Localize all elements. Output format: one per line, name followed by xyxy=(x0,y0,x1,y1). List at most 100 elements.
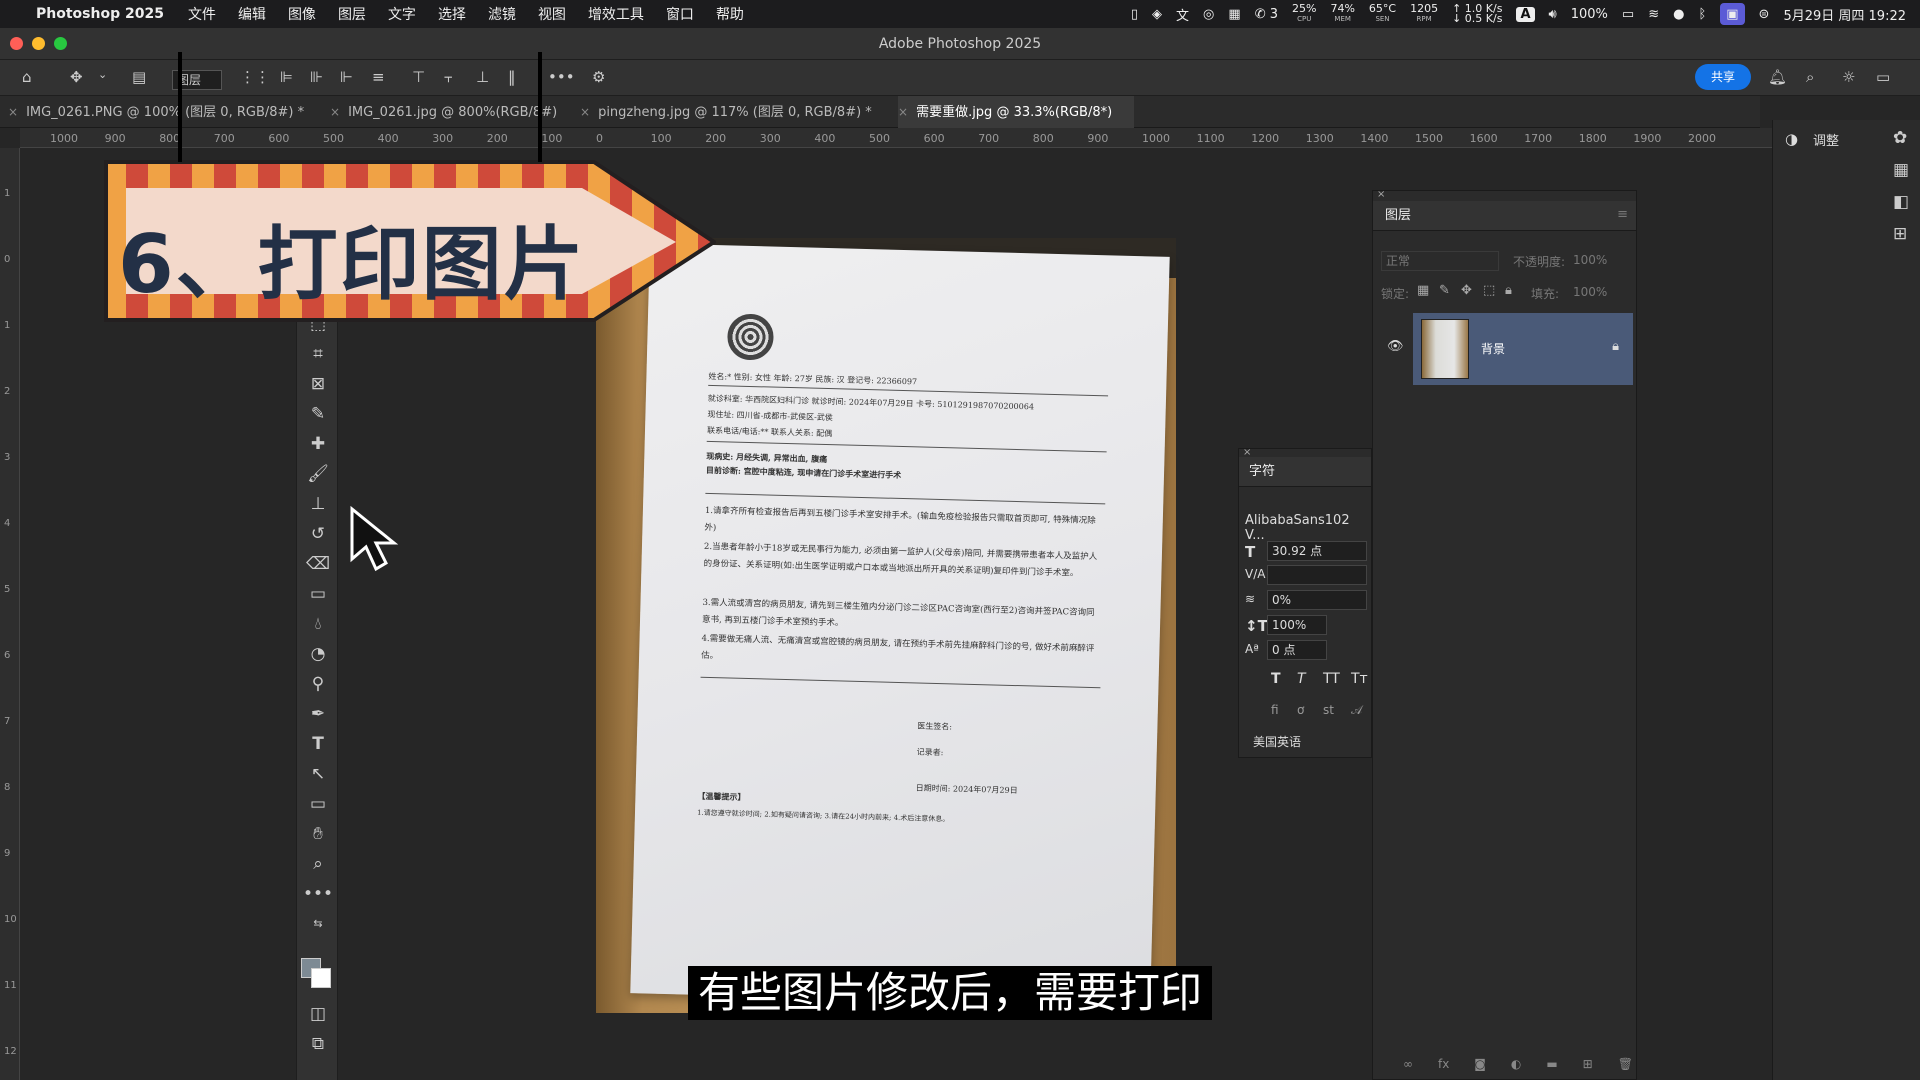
menu-edit[interactable]: 编辑 xyxy=(238,4,266,24)
more-options-icon[interactable]: ••• xyxy=(548,68,575,86)
lock-artboard-icon[interactable]: ⬚ xyxy=(1483,283,1495,298)
screen-mirror-icon[interactable]: ▣ xyxy=(1720,3,1745,25)
gradients-icon[interactable]: ◧ xyxy=(1893,192,1909,212)
crop-tool-icon[interactable]: ⌗ xyxy=(297,340,339,368)
bell-icon[interactable]: 🔔︎ xyxy=(1768,68,1787,86)
character-panel-title[interactable]: 字符 xyxy=(1239,457,1371,487)
zoom-tool-icon[interactable]: ⌕ xyxy=(297,850,339,878)
transform-controls-icon[interactable]: ⋮⋮ xyxy=(240,68,270,86)
control-center-icon[interactable]: ⊜ xyxy=(1759,7,1770,22)
menu-type[interactable]: 文字 xyxy=(388,4,416,24)
user-icon[interactable]: ● xyxy=(1673,7,1684,22)
lock-all-icon[interactable]: 🔒︎ xyxy=(1505,283,1512,298)
align-top-icon[interactable]: ⊤ xyxy=(412,68,425,86)
adjustment-icon[interactable]: ◐ xyxy=(1511,1057,1521,1079)
share-button[interactable]: 共享 xyxy=(1695,64,1751,90)
folder-icon[interactable]: ▬ xyxy=(1546,1057,1557,1079)
adjustments-icon[interactable]: ◑ xyxy=(1785,130,1798,148)
close-icon[interactable]: × xyxy=(1243,447,1251,458)
menu-file[interactable]: 文件 xyxy=(188,4,216,24)
lock-icon[interactable]: 🔒︎ xyxy=(1612,339,1619,354)
eraser-tool-icon[interactable]: ⌫ xyxy=(297,550,339,578)
menu-view[interactable]: 视图 xyxy=(538,4,566,24)
mem-stat[interactable]: 74% MEM xyxy=(1330,3,1354,24)
history-brush-tool-icon[interactable]: ↺ xyxy=(297,520,339,548)
ordinal-icon[interactable]: ơ xyxy=(1297,703,1304,717)
mask-icon[interactable]: ◙ xyxy=(1474,1057,1486,1079)
more-tools-icon[interactable]: ••• xyxy=(297,880,339,908)
tab-active-document[interactable]: × 需要重做.jpg @ 33.3%(RGB/8*) xyxy=(898,96,1134,128)
baseline-field[interactable]: 0 点 xyxy=(1267,640,1327,660)
input-method-icon[interactable]: A xyxy=(1516,6,1535,22)
swash-icon[interactable]: 𝒜 xyxy=(1351,703,1362,718)
gear-icon[interactable]: ⚙ xyxy=(592,68,605,86)
move-tool-icon[interactable]: ✥ xyxy=(70,68,83,86)
volume-icon[interactable]: 🔊︎ xyxy=(1549,7,1557,22)
tab-pingzheng[interactable]: × pingzheng.jpg @ 117% (图层 0, RGB/8#) * xyxy=(580,96,895,128)
all-caps-icon[interactable]: TT xyxy=(1323,671,1340,687)
close-icon[interactable]: × xyxy=(8,105,18,119)
vertical-scale-field[interactable]: 100% xyxy=(1267,615,1327,635)
swap-colors-icon[interactable]: ⇆ xyxy=(297,910,339,938)
close-icon[interactable]: × xyxy=(580,105,590,119)
sponge-tool-icon[interactable]: ⚲ xyxy=(297,670,339,698)
network-stat[interactable]: ↑ 1.0 K/s ↓ 0.5 K/s xyxy=(1452,3,1502,24)
distribute-vertical-icon[interactable]: ‖ xyxy=(508,68,516,86)
font-family-field[interactable]: AlibabaSans102 V... xyxy=(1245,513,1371,543)
adjustments-tab[interactable]: 调整 xyxy=(1813,130,1839,149)
swatches-icon[interactable]: ▦ xyxy=(1893,160,1909,180)
layer-row-background[interactable]: 背景 🔒︎ xyxy=(1413,313,1633,385)
align-middle-icon[interactable]: ⫟ xyxy=(444,68,453,86)
tray-app-icon[interactable]: ▦ xyxy=(1228,7,1240,22)
patterns-icon[interactable]: ⊞ xyxy=(1893,224,1907,244)
frame-tool-icon[interactable]: ⊠ xyxy=(297,370,339,398)
cube-icon[interactable]: ◈ xyxy=(1152,7,1162,22)
faux-bold-icon[interactable]: T xyxy=(1271,671,1281,687)
hand-tool-icon[interactable]: ✋︎ xyxy=(297,820,339,848)
distribute-icon[interactable]: ≡ xyxy=(372,68,385,86)
link-icon[interactable]: ∞ xyxy=(1403,1057,1413,1079)
screen-mode-icon[interactable]: ⧉ xyxy=(297,1030,339,1058)
translate-icon[interactable]: 文 xyxy=(1176,5,1189,24)
workspace-icon[interactable]: ▭ xyxy=(1876,68,1890,86)
background-color-swatch[interactable] xyxy=(311,968,331,988)
fill-field[interactable]: 100% xyxy=(1573,285,1607,299)
chat-icon[interactable]: ◎ xyxy=(1203,7,1214,22)
opacity-field[interactable]: 100% xyxy=(1573,253,1607,267)
quick-mask-icon[interactable]: ◫ xyxy=(297,1000,339,1028)
search-icon[interactable]: ⌕ xyxy=(1806,68,1814,86)
wechat-icon[interactable]: ✆ 3 xyxy=(1255,7,1278,22)
blur-tool-icon[interactable]: 💧︎ xyxy=(297,610,339,638)
healing-brush-tool-icon[interactable]: ✚ xyxy=(297,430,339,458)
layers-panel-title[interactable]: 图层 xyxy=(1373,201,1636,231)
wifi-icon[interactable]: ≋ xyxy=(1648,7,1659,22)
lock-transparent-icon[interactable]: ▦ xyxy=(1417,283,1429,298)
menu-window[interactable]: 窗口 xyxy=(666,4,694,24)
close-icon[interactable]: × xyxy=(1377,189,1385,200)
new-layer-icon[interactable]: ⊞ xyxy=(1583,1057,1593,1079)
tracking-field[interactable]: 0% xyxy=(1267,590,1367,610)
small-caps-icon[interactable]: Tт xyxy=(1351,671,1368,687)
blend-mode-select[interactable]: 正常 xyxy=(1381,251,1499,271)
eyedropper-tool-icon[interactable]: ✎ xyxy=(297,400,339,428)
discover-icon[interactable]: ☼ xyxy=(1842,68,1855,86)
horizontal-ruler[interactable]: 1000 900 800 700 600 500 400 300 200 100 0 100 200 30… xyxy=(20,128,1775,148)
panel-menu-icon[interactable]: ≡ xyxy=(1617,207,1628,222)
color-icon[interactable]: ✿ xyxy=(1893,128,1907,148)
ligature-icon[interactable]: ﬁ xyxy=(1271,703,1279,717)
lock-pixels-icon[interactable]: ✎ xyxy=(1439,283,1450,298)
chevron-down-icon[interactable]: ⌄ xyxy=(98,68,107,81)
clock[interactable]: 5月29日 周四 19:22 xyxy=(1783,5,1906,24)
capsule-icon[interactable]: ▯ xyxy=(1131,7,1138,22)
kerning-field[interactable] xyxy=(1267,565,1367,585)
path-select-tool-icon[interactable]: ↖ xyxy=(297,760,339,788)
close-icon[interactable]: × xyxy=(330,105,340,119)
dodge-tool-icon[interactable]: ◔ xyxy=(297,640,339,668)
close-icon[interactable]: × xyxy=(898,105,908,119)
menu-select[interactable]: 选择 xyxy=(438,4,466,24)
bluetooth-icon[interactable]: ᛒ xyxy=(1698,7,1706,22)
menu-plugins[interactable]: 增效工具 xyxy=(588,4,644,24)
align-bottom-icon[interactable]: ⊥ xyxy=(476,68,489,86)
pen-tool-icon[interactable]: ✒ xyxy=(297,700,339,728)
cpu-stat[interactable]: 25% CPU xyxy=(1292,3,1316,24)
